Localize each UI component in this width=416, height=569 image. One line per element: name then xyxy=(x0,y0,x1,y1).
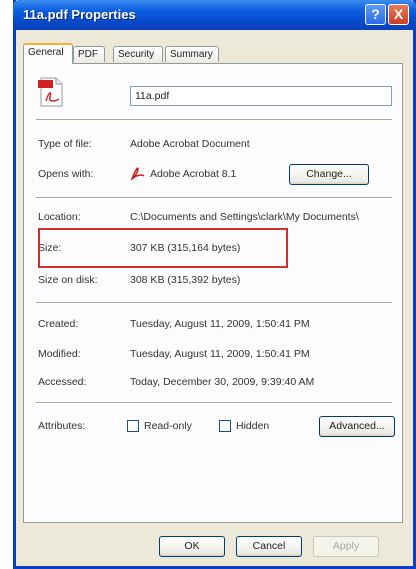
cancel-button[interactable]: Cancel xyxy=(236,536,302,557)
separator xyxy=(36,402,392,404)
window-title: 11a.pdf Properties xyxy=(23,7,136,22)
separator xyxy=(36,302,392,304)
size-on-disk-label: Size on disk: xyxy=(38,274,98,286)
hidden-checkbox[interactable] xyxy=(219,420,231,432)
size-on-disk-value: 308 KB (315,392 bytes) xyxy=(130,274,241,286)
created-label: Created: xyxy=(38,318,79,330)
separator xyxy=(36,119,392,121)
title-bar[interactable]: 11a.pdf Properties ? X xyxy=(13,0,416,30)
read-only-checkbox[interactable] xyxy=(127,420,139,432)
modified-label: Modified: xyxy=(38,348,81,360)
tab-general[interactable]: General xyxy=(23,43,73,64)
attributes-label: Attributes: xyxy=(38,420,86,432)
size-highlight-box xyxy=(38,228,288,268)
tab-summary[interactable]: Summary xyxy=(165,46,219,62)
separator xyxy=(36,197,392,199)
general-panel: Type of file: Adobe Acrobat Document Ope… xyxy=(23,63,403,523)
tab-security[interactable]: Security xyxy=(113,46,163,62)
hidden-label: Hidden xyxy=(236,420,270,432)
tab-pdf[interactable]: PDF xyxy=(73,46,105,62)
location-value: C:\Documents and Settings\clark\My Docum… xyxy=(130,211,359,223)
opens-with-label: Opens with: xyxy=(38,168,94,180)
help-icon[interactable]: ? xyxy=(365,4,386,25)
file-name-field[interactable] xyxy=(130,86,392,106)
acrobat-icon xyxy=(130,167,145,181)
pdf-file-icon xyxy=(38,77,63,107)
change-button[interactable]: Change... xyxy=(289,164,369,185)
properties-dialog: 11a.pdf Properties ? X General PDF Secur… xyxy=(13,0,416,569)
advanced-button[interactable]: Advanced... xyxy=(319,416,395,437)
type-label: Type of file: xyxy=(38,138,92,150)
created-value: Tuesday, August 11, 2009, 1:50:41 PM xyxy=(130,318,310,330)
accessed-label: Accessed: xyxy=(38,376,87,388)
opens-with-value: Adobe Acrobat 8.1 xyxy=(150,168,237,180)
apply-button[interactable]: Apply xyxy=(313,536,379,557)
type-value: Adobe Acrobat Document xyxy=(130,138,250,150)
read-only-label: Read-only xyxy=(144,420,192,432)
location-label: Location: xyxy=(38,211,81,223)
modified-value: Tuesday, August 11, 2009, 1:50:41 PM xyxy=(130,348,310,360)
accessed-value: Today, December 30, 2009, 9:39:40 AM xyxy=(130,376,315,388)
ok-button[interactable]: OK xyxy=(159,536,225,557)
close-icon[interactable]: X xyxy=(388,4,409,25)
